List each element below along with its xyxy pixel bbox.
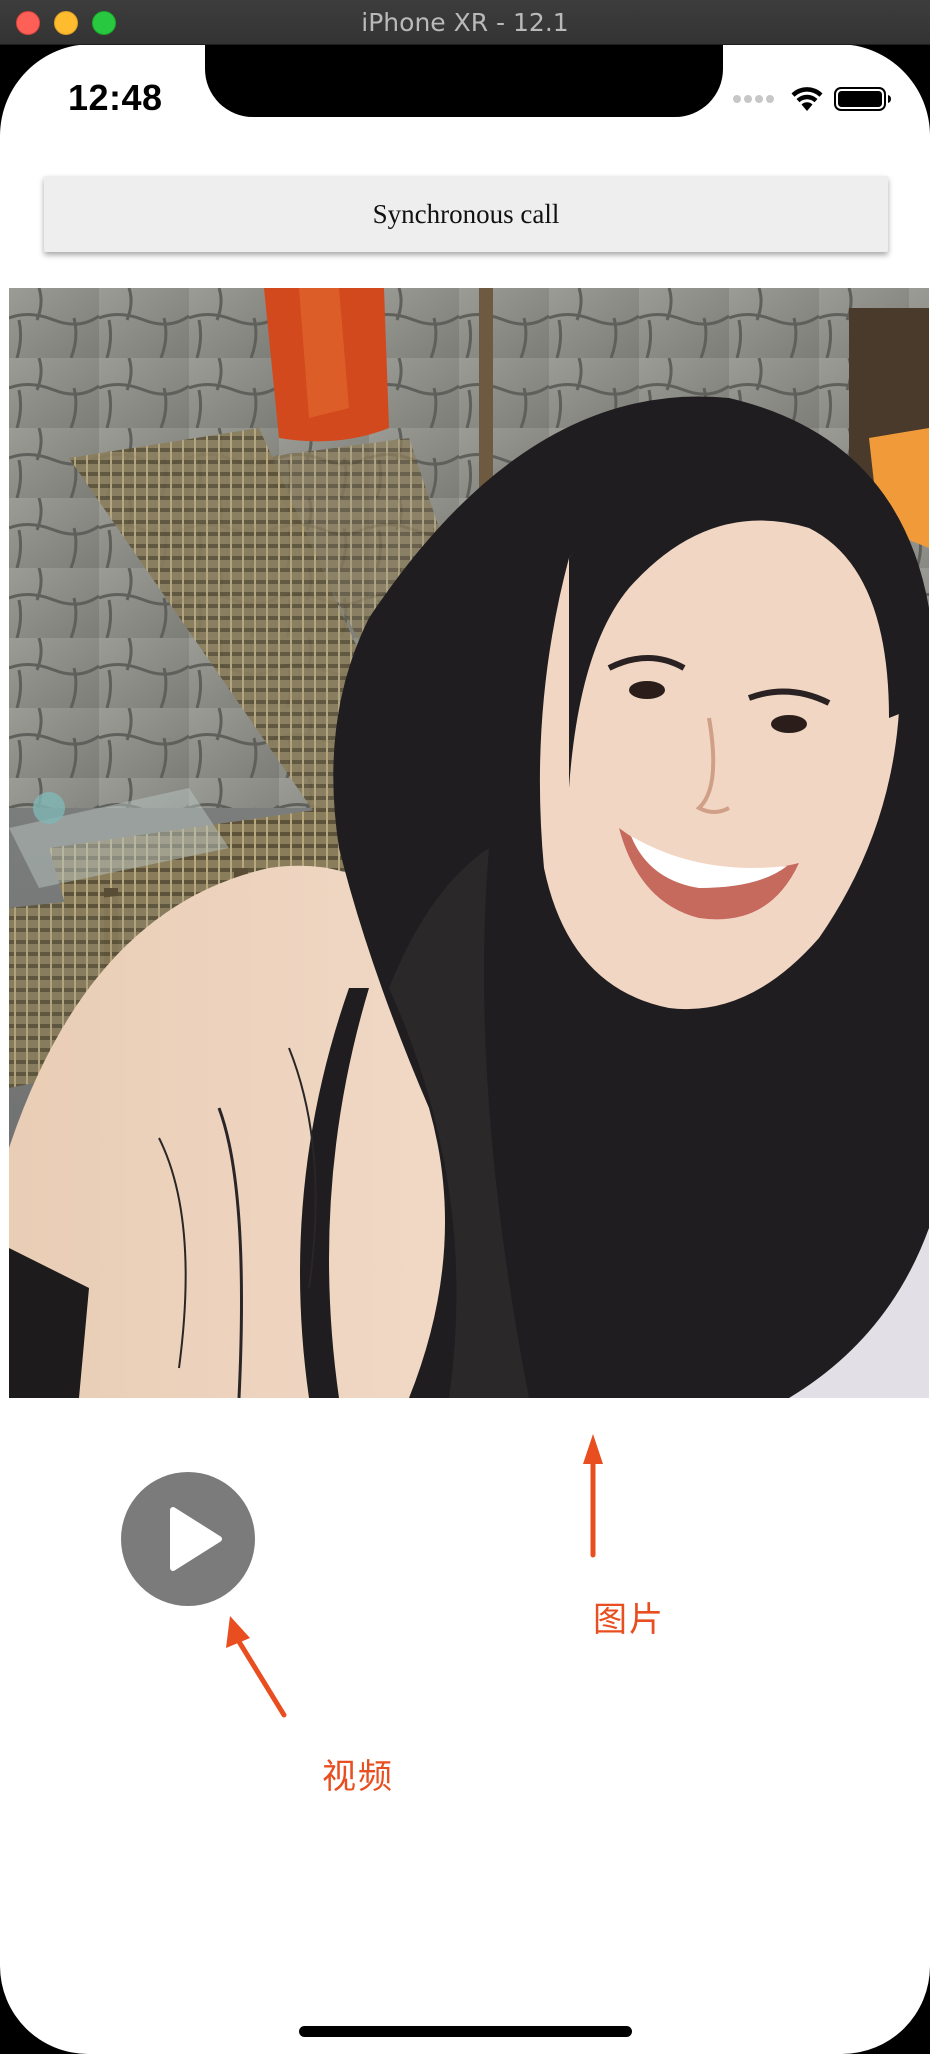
synchronous-call-button[interactable]: Synchronous call [44, 176, 888, 252]
video-arrow-icon [226, 1616, 287, 1718]
image-annotation-label: 图片 [593, 1600, 665, 1640]
video-play-button[interactable] [121, 1472, 255, 1606]
device-notch [205, 44, 723, 117]
home-indicator[interactable] [299, 2026, 632, 2037]
play-icon [170, 1507, 222, 1571]
photo-illustration [9, 288, 929, 1398]
wifi-icon [791, 87, 823, 111]
status-icons [733, 84, 892, 114]
window-title: iPhone XR - 12.1 [361, 8, 569, 37]
cellular-signal-icon [733, 95, 774, 103]
image-arrow-icon [583, 1434, 603, 1558]
simulator-window: iPhone XR - 12.1 12:48 Synchronous call [0, 0, 930, 2054]
phone-screen: 12:48 Synchronous call 图片 视频 [0, 44, 930, 2054]
photo-image [9, 288, 929, 1398]
battery-icon [834, 87, 891, 111]
status-time: 12:48 [68, 77, 163, 118]
window-titlebar[interactable]: iPhone XR - 12.1 [0, 0, 930, 45]
video-annotation-label: 视频 [322, 1757, 394, 1797]
